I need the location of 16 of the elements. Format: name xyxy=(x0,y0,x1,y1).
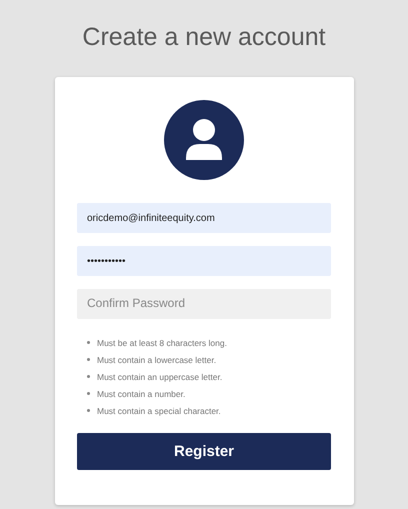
bullet-icon xyxy=(87,409,90,412)
requirement-text: Must be at least 8 characters long. xyxy=(97,338,227,348)
requirement-text: Must contain a special character. xyxy=(97,406,221,416)
bullet-icon xyxy=(87,392,90,395)
input-field[interactable]: Confirm Password xyxy=(77,289,331,319)
bullet-icon xyxy=(87,375,90,378)
page-title: Create a new account xyxy=(82,22,326,52)
input-field[interactable]: ••••••••••• xyxy=(77,246,331,276)
requirement-text: Must contain a number. xyxy=(97,388,186,398)
register-button[interactable]: Register xyxy=(77,433,331,470)
requirement-text: Must contain a lowercase letter. xyxy=(97,354,216,364)
user-avatar-icon xyxy=(164,100,244,180)
requirement-text: Must contain an uppercase letter. xyxy=(97,372,222,382)
bullet-icon xyxy=(87,358,90,361)
input-field[interactable]: oricdemo@infiniteequity.com xyxy=(77,203,331,233)
bullet-icon xyxy=(87,341,90,344)
